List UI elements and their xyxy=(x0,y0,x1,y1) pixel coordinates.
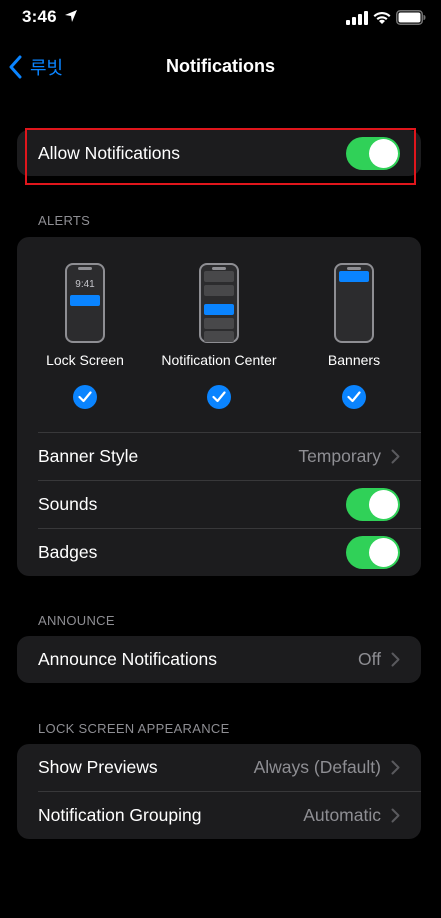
banner-style-row[interactable]: Banner Style Temporary xyxy=(17,433,421,480)
notification-grouping-label: Notification Grouping xyxy=(38,805,202,825)
allow-notifications-label: Allow Notifications xyxy=(38,142,180,163)
alert-styles: 9:41 Lock Screen Notification Center Ban… xyxy=(17,237,421,432)
chevron-right-icon xyxy=(391,652,400,667)
allow-notifications-row: Allow Notifications xyxy=(17,130,421,176)
style-lock-screen[interactable]: 9:41 Lock Screen xyxy=(17,263,160,409)
announce-header: ANNOUNCE xyxy=(38,613,115,628)
toggle-knob xyxy=(369,538,398,567)
banner-style-value: Temporary xyxy=(298,446,381,466)
badges-toggle[interactable] xyxy=(346,536,400,569)
style-label: Notification Center xyxy=(161,352,277,368)
style-label: Banners xyxy=(327,352,381,368)
page-title: Notifications xyxy=(165,56,275,76)
battery-icon xyxy=(396,10,426,25)
banner-style-label: Banner Style xyxy=(38,446,139,466)
notification-center-preview xyxy=(199,263,239,343)
status-time: 3:46 xyxy=(22,7,57,26)
checkmark-icon[interactable] xyxy=(73,385,97,409)
cellular-signal-icon xyxy=(346,11,368,25)
toggle-knob xyxy=(369,138,398,168)
checkmark-icon[interactable] xyxy=(342,385,366,409)
announce-notifications-row[interactable]: Announce Notifications Off xyxy=(17,636,421,683)
lock-screen-preview: 9:41 xyxy=(65,263,105,343)
announce-notifications-label: Announce Notifications xyxy=(38,649,217,669)
chevron-right-icon xyxy=(391,808,400,823)
chevron-right-icon xyxy=(391,449,400,464)
toggle-knob xyxy=(369,490,398,519)
sounds-label: Sounds xyxy=(38,494,98,514)
location-arrow-icon xyxy=(65,10,77,22)
sounds-row: Sounds xyxy=(17,481,421,528)
notification-grouping-value: Automatic xyxy=(303,805,381,825)
show-previews-value: Always (Default) xyxy=(253,757,381,777)
checkmark-icon[interactable] xyxy=(207,385,231,409)
allow-notifications-group: Allow Notifications xyxy=(17,130,421,176)
badges-row: Badges xyxy=(17,529,421,576)
show-previews-row[interactable]: Show Previews Always (Default) xyxy=(17,744,421,791)
announce-group: Announce Notifications Off xyxy=(17,636,421,683)
lock-screen-appearance-group: Show Previews Always (Default) Notificat… xyxy=(17,744,421,839)
notification-grouping-row[interactable]: Notification Grouping Automatic xyxy=(17,792,421,839)
show-previews-label: Show Previews xyxy=(38,757,158,777)
lock-screen-appearance-header: LOCK SCREEN APPEARANCE xyxy=(38,721,230,736)
alerts-group: 9:41 Lock Screen Notification Center Ban… xyxy=(17,237,421,576)
wifi-icon xyxy=(373,11,391,24)
style-label: Lock Screen xyxy=(46,352,124,368)
chevron-right-icon xyxy=(391,760,400,775)
banners-preview xyxy=(334,263,374,343)
style-banners[interactable]: Banners xyxy=(279,263,421,409)
alerts-header: ALERTS xyxy=(38,213,91,228)
announce-notifications-value: Off xyxy=(357,649,381,669)
allow-notifications-toggle[interactable] xyxy=(346,136,400,170)
sounds-toggle[interactable] xyxy=(346,488,400,521)
status-bar: 3:46 xyxy=(0,0,441,36)
style-notification-center[interactable]: Notification Center xyxy=(144,263,294,409)
preview-time: 9:41 xyxy=(75,279,95,290)
badges-label: Badges xyxy=(38,542,98,562)
